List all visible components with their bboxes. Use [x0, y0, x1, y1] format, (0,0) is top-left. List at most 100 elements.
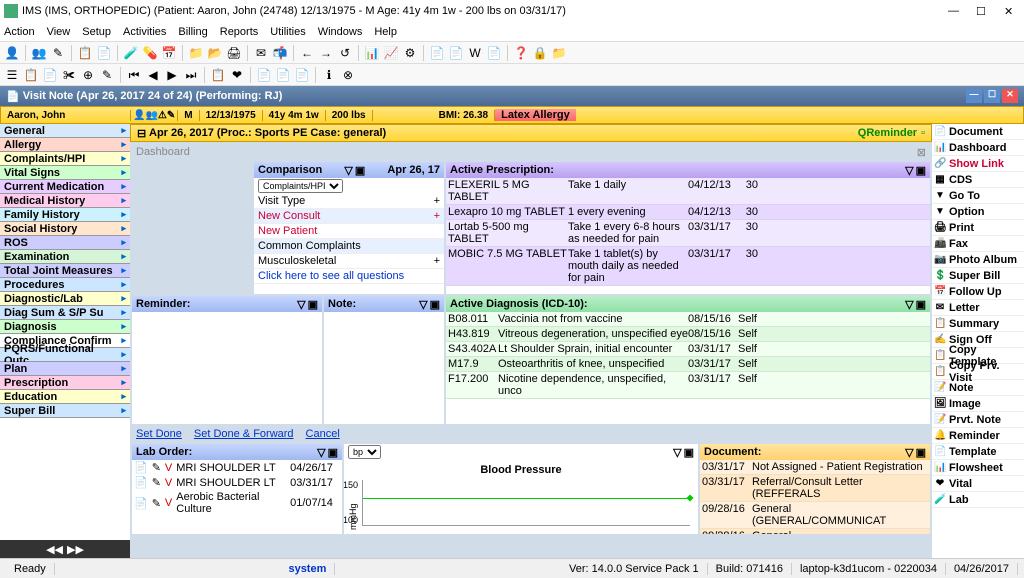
panel-menu-icon[interactable]: ▣: [430, 298, 440, 311]
tool-icon[interactable]: 📄: [96, 45, 112, 61]
filter-icon[interactable]: ▽: [905, 446, 913, 459]
comparison-row[interactable]: New Patient: [254, 224, 444, 239]
tool-icon[interactable]: ✎: [99, 67, 115, 83]
tool-icon[interactable]: 👤: [4, 45, 20, 61]
minimize-button[interactable]: —: [948, 5, 960, 17]
rnav-letter[interactable]: ✉Letter: [932, 300, 1024, 316]
rnav-print[interactable]: 🖨Print: [932, 220, 1024, 236]
nav-complaints[interactable]: Complaints/HPI▸: [0, 152, 130, 166]
nav-allergy[interactable]: Allergy▸: [0, 138, 130, 152]
panel-menu-icon[interactable]: ▣: [916, 298, 926, 311]
dx-row[interactable]: S43.402ALt Shoulder Sprain, initial enco…: [446, 342, 930, 357]
rx-row[interactable]: MOBIC 7.5 MG TABLETTake 1 tablet(s) by m…: [446, 247, 930, 286]
rnav-show-link[interactable]: 🔗Show Link: [932, 156, 1024, 172]
tool-icon[interactable]: W: [467, 45, 483, 61]
chart-dropdown[interactable]: bp: [348, 445, 381, 459]
rnav-prvt-note[interactable]: 📝Prvt. Note: [932, 412, 1024, 428]
panel-menu-icon[interactable]: ▣: [328, 446, 338, 459]
nav-proc[interactable]: Procedures▸: [0, 278, 130, 292]
lock-icon[interactable]: 🔒: [532, 45, 548, 61]
comparison-row[interactable]: Common Complaints: [254, 239, 444, 254]
close-icon[interactable]: ⊗: [340, 67, 356, 83]
filter-icon[interactable]: ▽: [317, 446, 325, 459]
comparison-dropdown[interactable]: Complaints/HPI: [258, 179, 343, 193]
tool-icon[interactable]: ⚙: [402, 45, 418, 61]
filter-icon[interactable]: ▽: [344, 164, 352, 177]
filter-icon[interactable]: ▽: [297, 298, 305, 311]
tool-icon[interactable]: 📋: [210, 67, 226, 83]
tool-icon[interactable]: 📄: [448, 45, 464, 61]
doc-row[interactable]: 03/31/17Not Assigned - Patient Registrat…: [700, 460, 930, 475]
nav-diagnosis[interactable]: Diagnosis▸: [0, 320, 130, 334]
rnav-dashboard[interactable]: 📊Dashboard: [932, 140, 1024, 156]
rnav-option[interactable]: ▼Option: [932, 204, 1024, 220]
tool-icon[interactable]: 📬: [272, 45, 288, 61]
rnav-flowsheet[interactable]: 📊Flowsheet: [932, 460, 1024, 476]
tool-icon[interactable]: ✎: [50, 45, 66, 61]
panel-menu-icon[interactable]: ▣: [308, 298, 318, 311]
rnav-go-to[interactable]: ▼Go To: [932, 188, 1024, 204]
rnav-vital[interactable]: ❤Vital: [932, 476, 1024, 492]
nav-diaglab[interactable]: Diagnostic/Lab▸: [0, 292, 130, 306]
nav-pqrs[interactable]: PQRS/Functional Outc▸: [0, 348, 130, 362]
dashboard-close-icon[interactable]: ⊠: [917, 146, 926, 159]
tool-icon[interactable]: 📂: [207, 45, 223, 61]
menu-help[interactable]: Help: [374, 26, 397, 38]
dx-row[interactable]: H43.819Vitreous degeneration, unspecifie…: [446, 327, 930, 342]
nav-curmed[interactable]: Current Medication▸: [0, 180, 130, 194]
nav-exam[interactable]: Examination▸: [0, 250, 130, 264]
mdi-close[interactable]: ✕: [1002, 89, 1018, 103]
panel-menu-icon[interactable]: ▣: [355, 164, 365, 177]
tool-icon[interactable]: 👥: [31, 45, 47, 61]
menu-windows[interactable]: Windows: [318, 26, 363, 38]
rnav-summary[interactable]: 📋Summary: [932, 316, 1024, 332]
tool-icon[interactable]: ☰: [4, 67, 20, 83]
doc-row[interactable]: 09/28/16General (GENERAL/COMMUNICAT: [700, 529, 930, 534]
nav-prescription[interactable]: Prescription▸: [0, 376, 130, 390]
tool-icon[interactable]: 📋: [23, 67, 39, 83]
cancel-link[interactable]: Cancel: [306, 428, 340, 440]
tool-icon[interactable]: 📄: [429, 45, 445, 61]
rnav-super-bill[interactable]: 💲Super Bill: [932, 268, 1024, 284]
dx-row[interactable]: M17.9Osteoarthritis of knee, unspecified…: [446, 357, 930, 372]
nav-vital[interactable]: Vital Signs▸: [0, 166, 130, 180]
next-icon[interactable]: ▶: [164, 67, 180, 83]
tool-icon[interactable]: 💊: [142, 45, 158, 61]
filter-icon[interactable]: ▽: [905, 298, 913, 311]
set-done-link[interactable]: Set Done: [136, 428, 182, 440]
lab-row[interactable]: 📄✎VAerobic Bacterial Culture01/07/14: [132, 490, 342, 516]
tool-icon[interactable]: ✀: [61, 67, 77, 83]
nav-diagsum[interactable]: Diag Sum & S/P Su▸: [0, 306, 130, 320]
tool-icon[interactable]: 📄: [486, 45, 502, 61]
qreminder-link[interactable]: QReminder: [858, 127, 917, 139]
panel-menu-icon[interactable]: ▣: [916, 164, 926, 177]
panel-menu-icon[interactable]: ▣: [916, 446, 926, 459]
tool-icon[interactable]: ⊕: [80, 67, 96, 83]
status-system[interactable]: system: [280, 563, 335, 575]
tool-icon[interactable]: 📁: [551, 45, 567, 61]
maximize-button[interactable]: ☐: [976, 5, 988, 17]
dx-row[interactable]: B08.011Vaccinia not from vaccine08/15/16…: [446, 312, 930, 327]
panel-menu-icon[interactable]: ▣: [684, 446, 694, 459]
rnav-photo-album[interactable]: 📷Photo Album: [932, 252, 1024, 268]
menu-view[interactable]: View: [47, 26, 71, 38]
rx-row[interactable]: Lexapro 10 mg TABLET1 every evening04/12…: [446, 205, 930, 220]
rnav-follow-up[interactable]: 📅Follow Up: [932, 284, 1024, 300]
tool-icon[interactable]: ←: [299, 45, 315, 61]
nav-joint[interactable]: Total Joint Measures▸: [0, 264, 130, 278]
left-nav-pager[interactable]: ◀◀▶▶: [0, 540, 130, 558]
tool-icon[interactable]: 📄: [294, 67, 310, 83]
set-done-forward-link[interactable]: Set Done & Forward: [194, 428, 294, 440]
tool-icon[interactable]: 🖨: [226, 45, 242, 61]
tool-icon[interactable]: 📄: [275, 67, 291, 83]
rnav-document[interactable]: 📄Document: [932, 124, 1024, 140]
tool-icon[interactable]: →: [318, 45, 334, 61]
rnav-lab[interactable]: 🧪Lab: [932, 492, 1024, 508]
menu-setup[interactable]: Setup: [82, 26, 111, 38]
rx-row[interactable]: Lortab 5-500 mg TABLETTake 1 every 6-8 h…: [446, 220, 930, 247]
rnav-reminder[interactable]: 🔔Reminder: [932, 428, 1024, 444]
rnav-template[interactable]: 📄Template: [932, 444, 1024, 460]
tool-icon[interactable]: 🧪: [123, 45, 139, 61]
see-all-link[interactable]: Click here to see all questions: [258, 270, 404, 282]
tool-icon[interactable]: 📄: [256, 67, 272, 83]
